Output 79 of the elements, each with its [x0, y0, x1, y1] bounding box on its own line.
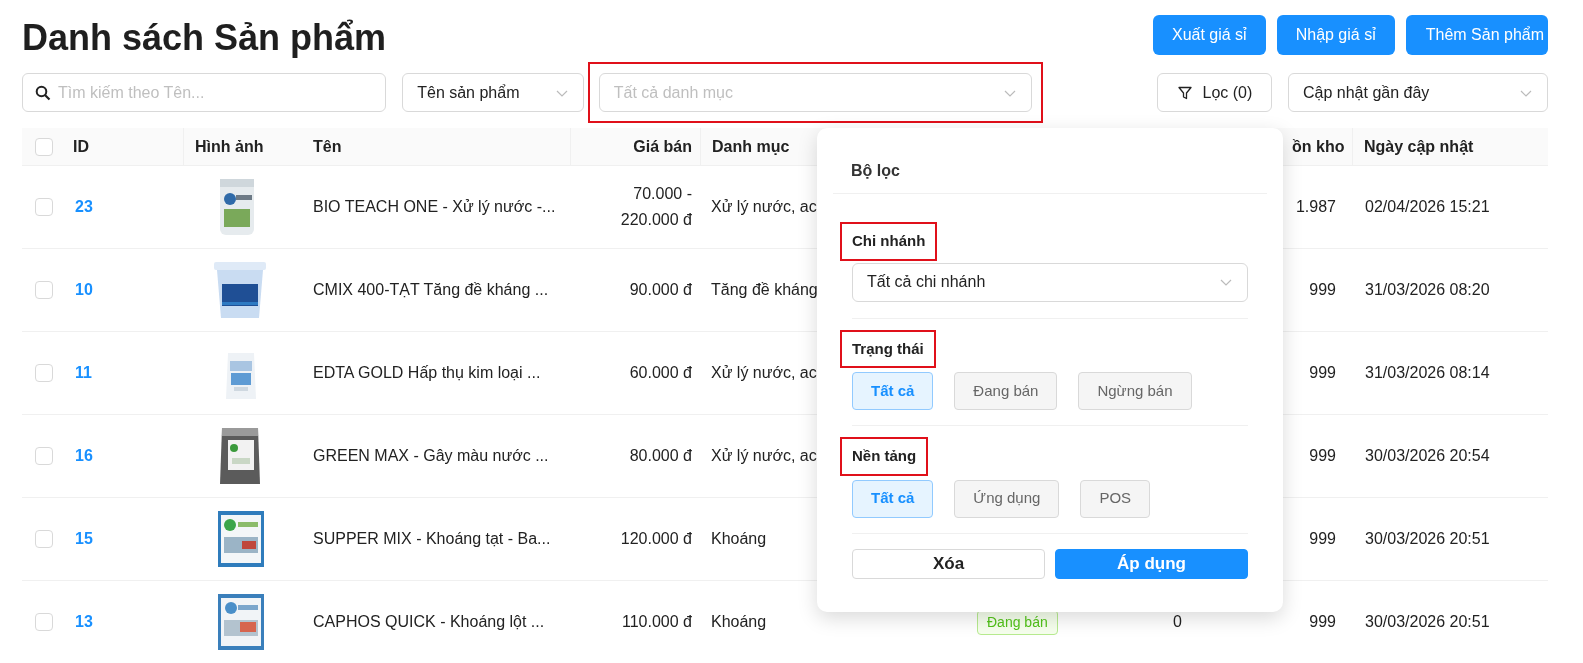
table-cell: CAPHOS QUICK - Khoáng lột ...	[313, 613, 545, 630]
checkbox[interactable]	[35, 137, 53, 156]
popover-title: Bộ lọc	[850, 162, 900, 179]
product-id-link[interactable]: 23	[75, 198, 93, 215]
section-label: Trạng thái	[852, 338, 924, 359]
column-header: Danh mục	[712, 136, 790, 157]
table-cell: CMIX 400-TẠT Tăng đề kháng ...	[313, 281, 549, 298]
checkbox[interactable]	[35, 613, 53, 631]
table-cell: 999	[1309, 613, 1336, 630]
select-placeholder: Tất cả danh mục	[613, 82, 733, 103]
table-cell: 31/03/2026 08:20	[1365, 281, 1490, 298]
sort-select[interactable]: Cập nhật gần đây	[1288, 73, 1548, 112]
column-header: Ngày cập nhật	[1364, 136, 1474, 157]
branch-select[interactable]: Tất cả chi nhánh	[852, 262, 1248, 302]
table-cell: 0	[1173, 613, 1182, 630]
table-cell-text: 120.000 đ	[620, 529, 692, 549]
table-cell: 30/03/2026 20:51	[1365, 613, 1490, 630]
table-cell-text: 60.000 đ	[629, 363, 692, 383]
section-label: Chi nhánh	[852, 231, 926, 251]
table-cell: GREEN MAX - Gây màu nước ...	[313, 447, 549, 464]
checkbox[interactable]	[35, 281, 53, 299]
table-cell: Khoáng	[711, 530, 767, 547]
filter-icon	[1176, 84, 1193, 101]
table-cell: Khoáng	[711, 613, 767, 630]
action-button[interactable]: Thêm Sản phẩm	[1405, 15, 1548, 55]
checkbox[interactable]	[35, 364, 53, 382]
product-id-link[interactable]: 11	[75, 364, 92, 381]
table-cell: 30/03/2026 20:54	[1365, 447, 1490, 464]
table-cell-text: 90.000 đ	[629, 280, 692, 300]
filter-button[interactable]: Lọc (0)	[1156, 73, 1272, 112]
table-cell-text: 110.000 đ	[622, 612, 692, 632]
table-cell: 30/03/2026 20:51	[1365, 530, 1490, 547]
checkbox[interactable]	[35, 447, 53, 465]
product-id-link[interactable]: 16	[75, 447, 93, 464]
column-header: Tên	[313, 136, 342, 157]
page-title: Danh sách Sản phẩm	[22, 16, 387, 60]
table-cell-text: 80.000 đ	[629, 446, 692, 466]
filter-chip[interactable]: Tất cả	[852, 479, 934, 518]
table-cell: Xử lý nước, ac	[711, 198, 817, 215]
filter-chip[interactable]: Đang bán	[954, 372, 1058, 410]
column-header: Giá bán	[633, 136, 692, 157]
filter-chip[interactable]: Ứng dụng	[954, 479, 1060, 518]
column-header: ID	[73, 136, 89, 157]
action-button[interactable]: Xuất giá sỉ	[1152, 15, 1266, 55]
table-cell: 999	[1309, 281, 1336, 298]
table-cell: 02/04/2026 15:21	[1365, 198, 1490, 215]
table-cell: BIO TEACH ONE - Xử lý nước -...	[313, 198, 556, 215]
table-cell: Xử lý nước, ac	[711, 447, 817, 464]
category-select[interactable]: Tất cả danh mục	[598, 73, 1032, 112]
search-field[interactable]: Tìm kiếm theo Tên...	[22, 73, 387, 112]
table-cell-text: 70.000 - 220.000 đ	[619, 184, 692, 230]
table-cell: 1.987	[1295, 198, 1336, 215]
filter-chip[interactable]: Tất cả	[852, 372, 934, 410]
table-cell: SUPPER MIX - Khoáng tạt - Ba...	[313, 530, 551, 547]
apply-button[interactable]: Áp dụng	[1055, 548, 1248, 579]
filter-chip[interactable]: Ngừng bán	[1078, 372, 1192, 410]
action-button[interactable]: Nhập giá sỉ	[1276, 15, 1395, 55]
product-id-link[interactable]: 10	[75, 281, 93, 298]
table-cell: 31/03/2026 08:14	[1365, 364, 1490, 381]
filter-chip[interactable]: POS	[1080, 479, 1151, 518]
table-cell: Xử lý nước, ac	[711, 364, 817, 381]
search-icon	[35, 85, 51, 101]
table-cell: 999	[1309, 447, 1336, 464]
section-label: Nền tảng	[852, 446, 917, 466]
checkbox[interactable]	[35, 530, 53, 548]
checkbox[interactable]	[35, 198, 53, 216]
table-cell: EDTA GOLD Hấp thụ kim loại ...	[313, 364, 541, 381]
column-header: ồn kho	[1292, 136, 1345, 157]
select-value: Cập nhật gần đây	[1303, 82, 1430, 103]
column-header: Hình ảnh	[195, 136, 264, 157]
product-id-link[interactable]: 13	[75, 613, 93, 630]
table-cell: Tăng đề kháng	[711, 281, 818, 298]
select-value: Tên sản phẩm	[417, 82, 520, 103]
table-cell: 999	[1309, 364, 1336, 381]
clear-button[interactable]: Xóa	[852, 548, 1045, 579]
search-by-select[interactable]: Tên sản phẩm	[402, 73, 584, 112]
product-id-link[interactable]: 15	[75, 530, 93, 547]
select-value: Tất cả chi nhánh	[867, 272, 986, 292]
table-cell: 999	[1309, 530, 1336, 547]
